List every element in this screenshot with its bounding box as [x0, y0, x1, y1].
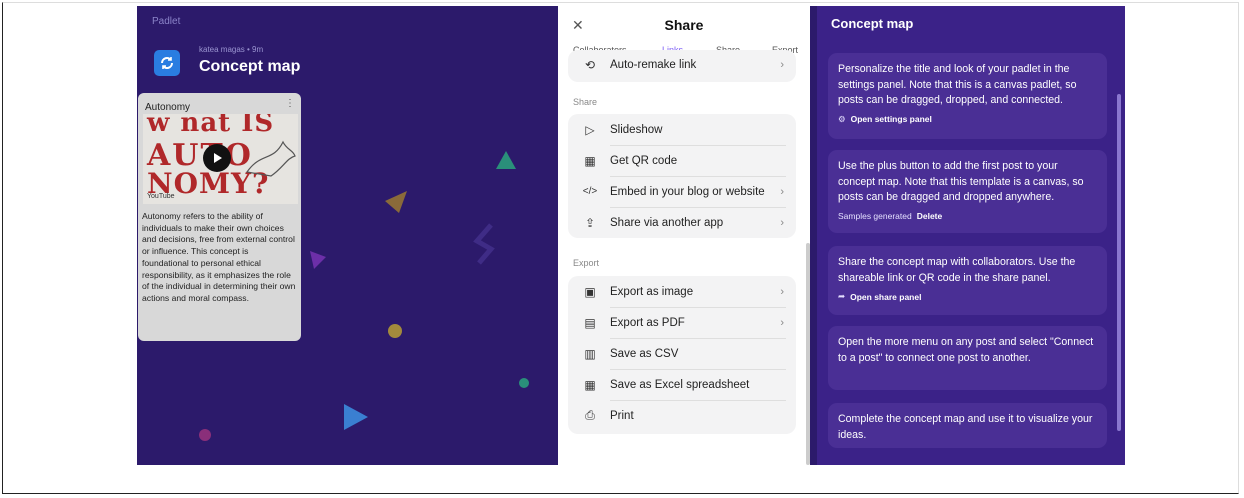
image-icon: ▣	[584, 284, 596, 299]
export-pdf-item[interactable]: ▤ Export as PDF ›	[568, 307, 796, 338]
video-source-label: YouTube	[147, 193, 175, 200]
menu-item-label: Slideshow	[610, 123, 663, 136]
qr-code-icon: ▦	[584, 153, 596, 168]
share-panel: ✕ Share Collaborators Links Share Export…	[558, 6, 810, 465]
play-video-icon[interactable]	[203, 144, 231, 172]
menu-item-label: Get QR code	[610, 154, 678, 167]
embed-item[interactable]: </> Embed in your blog or website ›	[568, 176, 796, 207]
share-section-label: Share	[573, 97, 598, 107]
info-panel-title: Concept map	[831, 16, 914, 31]
print-item[interactable]: ⎙ Print	[568, 400, 796, 431]
post-card-autonomy[interactable]: Autonomy ⋮ w nat IS AUTO NOMY? YouTube A…	[138, 93, 301, 341]
tip-text: Personalize the title and look of your p…	[838, 63, 1077, 106]
delete-samples-button[interactable]: Delete	[917, 211, 943, 221]
export-options-group: ▣ Export as image › ▤ Export as PDF › ▥ …	[568, 276, 796, 434]
share-icon: ⇪	[584, 215, 596, 230]
open-share-panel-link[interactable]: ➦ Open share panel	[838, 291, 1097, 302]
share-arrow-icon: ➦	[838, 291, 846, 301]
tip-card: Use the plus button to add the first pos…	[828, 150, 1107, 233]
chevron-right-icon: ›	[780, 285, 784, 298]
circle-decoration	[519, 378, 529, 388]
links-group: ⟲ Auto-remake link ›	[568, 50, 796, 82]
chevron-right-icon: ›	[780, 316, 784, 329]
link-refresh-icon: ⟲	[584, 58, 596, 72]
export-section-label: Export	[573, 258, 600, 268]
export-image-item[interactable]: ▣ Export as image ›	[568, 276, 796, 307]
post-title: Autonomy	[145, 102, 191, 113]
menu-item-label: Export as PDF	[610, 316, 685, 329]
chevron-right-icon: ›	[780, 59, 784, 71]
save-excel-item[interactable]: ▦ Save as Excel spreadsheet	[568, 369, 796, 400]
padlet-brand: Padlet	[152, 16, 181, 27]
concept-map-info-panel: Concept map Personalize the title and lo…	[817, 6, 1125, 465]
share-options-group: ▷ Slideshow ▦ Get QR code </> Embed in y…	[568, 114, 796, 238]
video-thumbnail[interactable]: w nat IS AUTO NOMY? YouTube	[143, 114, 298, 204]
gear-icon: ⚙	[838, 113, 846, 124]
tip-card: Personalize the title and look of your p…	[828, 53, 1107, 139]
action-label: Open settings panel	[850, 114, 932, 124]
slideshow-item[interactable]: ▷ Slideshow	[568, 114, 796, 145]
action-label: Open share panel	[850, 291, 922, 302]
spreadsheet-icon: ▦	[584, 377, 596, 392]
get-qr-code-item[interactable]: ▦ Get QR code	[568, 145, 796, 176]
pdf-icon: ▤	[584, 315, 596, 330]
chevron-right-icon: ›	[780, 216, 784, 229]
tip-card: Complete the concept map and use it to v…	[828, 403, 1107, 448]
bird-illustration-icon	[245, 140, 296, 177]
padlet-canvas[interactable]: Padlet katea magas • 9m Concept map Auto…	[137, 6, 558, 465]
triangle-decoration	[496, 151, 516, 169]
tip-card: Open the more menu on any post and selec…	[828, 326, 1107, 390]
menu-item-label: Export as image	[610, 285, 694, 298]
tip-text: Complete the concept map and use it to v…	[838, 413, 1093, 441]
share-via-app-item[interactable]: ⇪ Share via another app ›	[568, 207, 796, 238]
circle-decoration	[199, 429, 211, 441]
chevron-right-icon: ›	[780, 185, 784, 198]
post-more-menu-icon[interactable]: ⋮	[285, 98, 295, 109]
triangle-decoration	[344, 404, 368, 430]
triangle-decoration	[310, 251, 326, 269]
menu-item-label: Print	[610, 409, 634, 422]
board-title[interactable]: Concept map	[199, 58, 300, 76]
share-panel-title: Share	[664, 17, 704, 33]
triangle-decoration	[385, 191, 407, 213]
padlet-board-icon	[154, 50, 180, 76]
menu-item-label: Save as CSV	[610, 347, 679, 360]
info-panel-scrollbar[interactable]	[1117, 94, 1121, 431]
open-settings-panel-link[interactable]: ⚙ Open settings panel	[838, 114, 1097, 125]
tip-text: Open the more menu on any post and selec…	[838, 336, 1094, 364]
panel-gap	[810, 6, 817, 465]
samples-generated-label: Samples generated	[838, 210, 912, 221]
menu-item-label: Embed in your blog or website	[610, 185, 765, 198]
menu-item-label: Auto-remake link	[610, 59, 697, 71]
play-outline-icon: ▷	[585, 122, 595, 137]
csv-icon: ▥	[584, 346, 596, 361]
post-body-text: Autonomy refers to the ability of indivi…	[142, 211, 296, 303]
squiggle-decoration	[473, 223, 495, 265]
code-icon: </>	[582, 186, 598, 197]
menu-item-label: Save as Excel spreadsheet	[610, 378, 750, 391]
author-line: katea magas • 9m	[199, 45, 264, 54]
tip-text: Use the plus button to add the first pos…	[838, 160, 1084, 203]
samples-row: Samples generated Delete	[838, 211, 1097, 221]
menu-item-label: Share via another app	[610, 216, 724, 229]
tip-card: Share the concept map with collaborators…	[828, 246, 1107, 315]
auto-remake-link-item[interactable]: ⟲ Auto-remake link ›	[568, 50, 796, 80]
save-csv-item[interactable]: ▥ Save as CSV	[568, 338, 796, 369]
tip-text: Share the concept map with collaborators…	[838, 256, 1076, 284]
printer-icon: ⎙	[585, 408, 595, 422]
circle-decoration	[388, 324, 402, 338]
